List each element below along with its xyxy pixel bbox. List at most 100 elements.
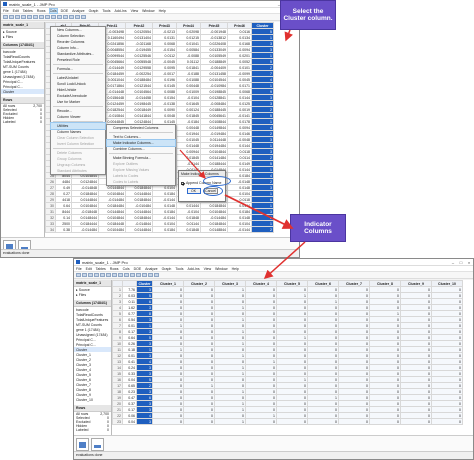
menu-tables[interactable]: Tables [96, 267, 106, 271]
menu-cols[interactable]: Cols [48, 7, 58, 14]
toolbar-button-icon[interactable] [88, 273, 93, 277]
menu-edit[interactable]: Edit [13, 9, 19, 13]
row-number[interactable]: 34 [45, 226, 56, 233]
toolbar-button-icon[interactable] [27, 15, 32, 19]
table-cell[interactable]: 0 [307, 418, 339, 425]
toolbar-button-icon[interactable] [100, 273, 105, 277]
table-cell[interactable]: 1 [214, 418, 246, 425]
row-number[interactable]: 23 [112, 418, 123, 425]
toolbar-button-icon[interactable] [94, 273, 99, 277]
table-cell[interactable]: -0.0144 [227, 226, 252, 233]
toolbar-button-icon[interactable] [124, 273, 129, 277]
table-cell[interactable]: 0.38 [55, 226, 72, 233]
data-grid[interactable]: Cluster Cluster_1 Cluster_2 Cluster_3 Cluste… [112, 280, 473, 440]
toolbar-button-icon[interactable] [154, 273, 159, 277]
menu-file[interactable]: File [3, 9, 9, 13]
graph-thumbnail[interactable] [76, 438, 89, 451]
menu-item-preselect-role[interactable]: Preselect Role [51, 57, 105, 63]
table-row[interactable]: 23 0.04 3 0 0 1 0 0 0 0 0 0 0 [112, 418, 463, 425]
table-cell[interactable]: 0 [152, 418, 184, 425]
rows-panel-title[interactable]: Rows [1, 97, 44, 104]
menu-item-column-viewer[interactable]: Column Viewer [51, 114, 105, 120]
table-cell[interactable]: 0.0104484 [98, 226, 126, 233]
menu-addins[interactable]: Add-Ins [115, 9, 127, 13]
table-item[interactable]: ▸ Files [74, 292, 111, 297]
table-cell[interactable]: 0 [245, 418, 277, 425]
toolbar-button-icon[interactable] [142, 273, 147, 277]
menu-item-compress-selected-columns[interactable]: Compress Selected Columns [107, 125, 175, 131]
toolbar-button-icon[interactable] [63, 15, 68, 19]
menu-edit[interactable]: Edit [86, 267, 92, 271]
column-list-item[interactable]: Cluster_10 [74, 397, 111, 402]
menu-window[interactable]: Window [215, 267, 227, 271]
menu-item-formula[interactable]: Formula... [51, 66, 105, 72]
table-cell[interactable]: 0 [369, 418, 401, 425]
columns-panel-title[interactable]: Columns (17484/1) [74, 300, 111, 307]
toolbar-button-icon[interactable] [112, 273, 117, 277]
table-cell[interactable]: 0 [400, 418, 432, 425]
menu-rows[interactable]: Rows [110, 267, 119, 271]
menu-rows[interactable]: Rows [37, 9, 46, 13]
table-cell[interactable]: 2 [251, 226, 274, 233]
toolbar-button-icon[interactable] [33, 15, 38, 19]
table-cell[interactable]: 0.01848 [176, 226, 201, 233]
menu-view[interactable]: View [204, 267, 212, 271]
toolbar-button-icon[interactable] [136, 273, 141, 277]
table-name[interactable]: matrix_scale_1 [1, 22, 44, 29]
menu-help[interactable]: Help [232, 267, 239, 271]
menu-analyze[interactable]: Analyze [145, 267, 157, 271]
minimize-icon[interactable]: – [449, 260, 457, 265]
menu-doe[interactable]: DOE [61, 9, 69, 13]
menu-graph[interactable]: Graph [89, 9, 99, 13]
graph-thumbnail[interactable] [91, 438, 104, 451]
table-cell[interactable]: -0.014484 [71, 226, 99, 233]
menu-item-combine-columns[interactable]: Combine Columns... [107, 146, 175, 152]
toolbar-button-icon[interactable] [45, 15, 50, 19]
menu-addins[interactable]: Add-Ins [188, 267, 200, 271]
table-cell[interactable]: 3 [136, 418, 153, 425]
table-item[interactable]: ▸ Files [1, 34, 44, 39]
maximize-icon[interactable]: □ [457, 260, 465, 265]
menu-tables[interactable]: Tables [23, 9, 33, 13]
toolbar-button-icon[interactable] [76, 273, 81, 277]
menu-doe[interactable]: DOE [134, 267, 142, 271]
toolbar-button-icon[interactable] [148, 273, 153, 277]
menu-item-use-for-marker[interactable]: Use for Marker [51, 99, 105, 105]
toolbar-button-icon[interactable] [81, 15, 86, 19]
close-icon[interactable]: × [465, 260, 473, 265]
toolbar-button-icon[interactable] [51, 15, 56, 19]
table-cell[interactable]: 0 [183, 418, 215, 425]
menu-help[interactable]: Help [159, 9, 166, 13]
menu-view[interactable]: View [131, 9, 139, 13]
toolbar-button-icon[interactable] [69, 15, 74, 19]
toolbar-button-icon[interactable] [15, 15, 20, 19]
menu-cols[interactable]: Cols [123, 267, 130, 271]
table-row[interactable]: 34 0.38 -0.014484 0.0104484 0.0144844 0.0184 0… [45, 226, 274, 233]
menu-tools[interactable]: Tools [102, 9, 110, 13]
table-cell[interactable]: 0.0184 [152, 226, 177, 233]
checkbox-checked-icon[interactable] [181, 181, 184, 185]
toolbar-button-icon[interactable] [130, 273, 135, 277]
table-cell[interactable]: 0.0148844 [200, 226, 228, 233]
table-cell[interactable]: 0 [276, 418, 308, 425]
table-cell[interactable]: 0 [338, 418, 370, 425]
menu-tools[interactable]: Tools [175, 267, 183, 271]
toolbar-button-icon[interactable] [9, 15, 14, 19]
columns-panel-title[interactable]: Columns (17484/1) [1, 42, 44, 49]
toolbar-button-icon[interactable] [39, 15, 44, 19]
toolbar-button-icon[interactable] [21, 15, 26, 19]
menu-analyze[interactable]: Analyze [72, 9, 84, 13]
menu-file[interactable]: File [76, 267, 82, 271]
column-list-item[interactable]: Cluster [1, 89, 44, 94]
rows-panel-title[interactable]: Rows [74, 405, 111, 412]
column-list-item[interactable]: TotalUniqueFeatures [74, 317, 111, 322]
toolbar-button-icon[interactable] [3, 15, 8, 19]
toolbar-button-icon[interactable] [75, 15, 80, 19]
table-cell[interactable]: 0.0144844 [125, 226, 153, 233]
table-cell[interactable]: 0 [431, 418, 463, 425]
toolbar-button-icon[interactable] [118, 273, 123, 277]
menu-graph[interactable]: Graph [162, 267, 172, 271]
toolbar-button-icon[interactable] [57, 15, 62, 19]
table-name[interactable]: matrix_scale_1 [74, 280, 111, 287]
menu-window[interactable]: Window [142, 9, 154, 13]
